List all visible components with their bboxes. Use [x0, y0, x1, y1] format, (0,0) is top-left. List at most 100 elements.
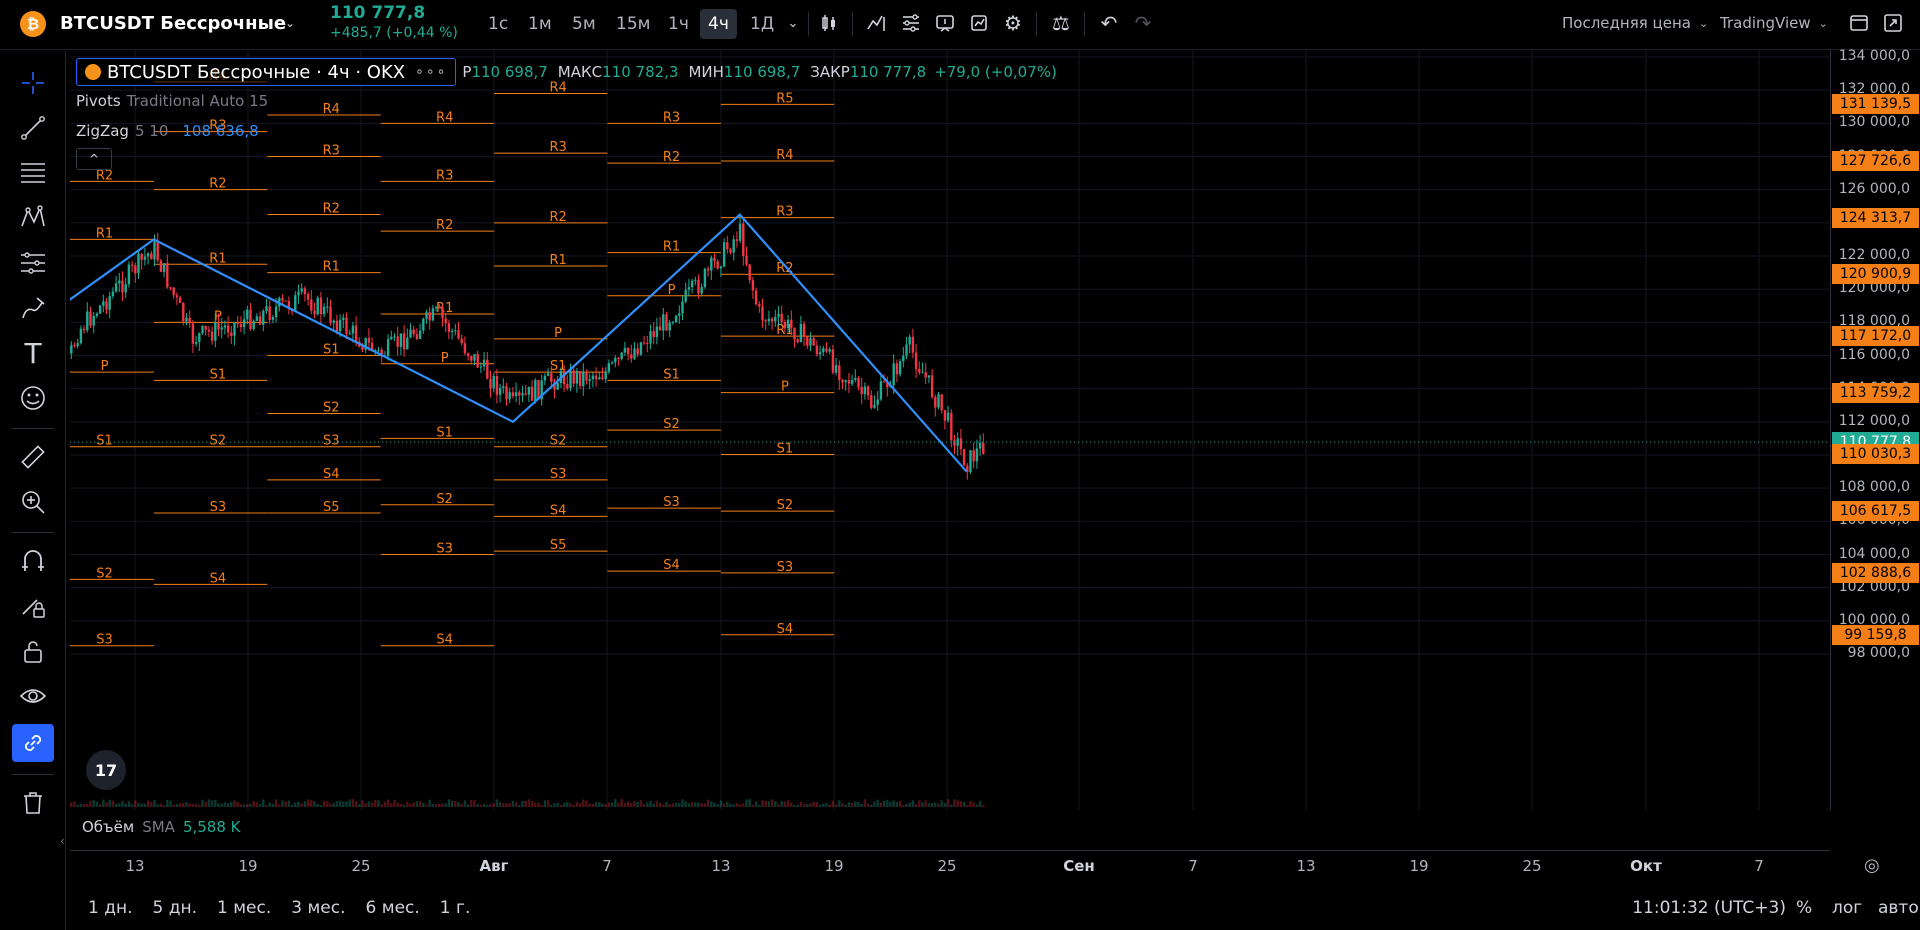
volume-bar: [895, 801, 899, 807]
time-axis[interactable]: 13 19 25 Авг 7 13 19 25 Сен 7 13 19 25 Окт 7: [70, 850, 1830, 882]
candle-body: [604, 371, 607, 380]
trend-line-icon[interactable]: [12, 109, 54, 147]
link-icon[interactable]: [12, 724, 54, 762]
volume-bar: [415, 801, 419, 807]
volume-bar: [972, 802, 975, 807]
candle-body: [159, 260, 163, 272]
magnet-icon[interactable]: [12, 542, 54, 580]
candle-body: [594, 375, 598, 380]
range-1y[interactable]: 1 г.: [440, 898, 471, 918]
legend-collapse-button[interactable]: ^: [76, 148, 112, 170]
crosshair-icon[interactable]: [12, 64, 54, 102]
intervals-chevron-icon[interactable]: ⌄: [776, 0, 810, 46]
price-header: 110 777,8 +485,7 (+0,44 %): [330, 3, 458, 49]
volume-bar: [284, 801, 287, 807]
interval-5m[interactable]: 5м: [564, 9, 604, 39]
interval-4h[interactable]: 4ч: [700, 9, 737, 39]
candle-body: [201, 325, 204, 334]
volume-bar: [892, 800, 895, 807]
brush-icon[interactable]: [12, 289, 54, 327]
volume-bar: [265, 804, 268, 807]
auto-toggle[interactable]: авто: [1878, 898, 1919, 918]
volume-bar: [537, 802, 540, 807]
fullscreen-icon[interactable]: [1876, 0, 1910, 46]
interval-1m[interactable]: 1м: [520, 9, 560, 39]
gear-icon[interactable]: ⚙: [996, 0, 1030, 46]
volume-bar: [799, 801, 803, 807]
range-1d[interactable]: 1 дн.: [88, 898, 133, 918]
pivot-label: S4: [777, 622, 794, 637]
candle-body: [943, 410, 947, 421]
range-3m[interactable]: 3 мес.: [291, 898, 345, 918]
volume-bar: [790, 802, 793, 807]
text-icon[interactable]: T: [12, 334, 54, 372]
price-type-select[interactable]: Последняя цена ⌄: [1562, 0, 1708, 46]
chevron-down-icon[interactable]: ⌄: [285, 0, 295, 46]
log-toggle[interactable]: лог: [1832, 898, 1862, 918]
trash-icon[interactable]: [12, 784, 54, 822]
volume-bar: [220, 803, 223, 807]
volume-bar: [918, 800, 921, 807]
indicators-icon[interactable]: [860, 0, 894, 46]
tradingview-logo[interactable]: 17: [86, 750, 126, 790]
more-options-icon[interactable]: ∘∘∘: [415, 64, 447, 80]
range-5d[interactable]: 5 дн.: [153, 898, 198, 918]
prediction-icon[interactable]: [12, 244, 54, 282]
candle-body: [518, 392, 521, 396]
clock[interactable]: 11:01:32 (UTC+3): [1632, 898, 1786, 918]
compare-scale-icon[interactable]: ⚖: [1044, 0, 1078, 46]
eye-icon[interactable]: [12, 677, 54, 715]
interval-1s[interactable]: 1с: [480, 9, 516, 39]
percent-toggle[interactable]: %: [1796, 898, 1812, 918]
lock-drawing-icon[interactable]: [12, 587, 54, 625]
provider-select[interactable]: TradingView ⌄: [1720, 0, 1828, 46]
interval-1h[interactable]: 1ч: [660, 9, 697, 39]
volume-bar: [210, 800, 214, 807]
candle-body: [297, 291, 300, 296]
zigzag-indicator[interactable]: ZigZag 5 10 108 636,8: [76, 116, 1057, 146]
fib-retracement-icon[interactable]: [12, 154, 54, 192]
candle-type-icon[interactable]: [812, 0, 846, 46]
candle-body: [255, 316, 259, 321]
volume-bar: [246, 804, 249, 807]
volume-bar: [473, 799, 476, 807]
volume-bar: [809, 803, 812, 807]
pivot-label: S5: [323, 500, 340, 515]
pivots-indicator[interactable]: Pivots Traditional Auto 15: [76, 86, 1057, 116]
legend-symbol[interactable]: BTCUSDT Бессрочные · 4ч · OKX ∘∘∘: [76, 58, 457, 86]
symbol-search-button[interactable]: BTCUSDT Бессрочные: [60, 0, 286, 46]
candle-body: [124, 284, 127, 293]
range-1m[interactable]: 1 мес.: [217, 898, 271, 918]
chevron-down-icon: ⌄: [1818, 16, 1828, 30]
candle-body: [271, 316, 275, 320]
undo-icon[interactable]: ↶: [1092, 0, 1126, 46]
candle-body: [169, 287, 172, 289]
volume-bar: [105, 802, 108, 807]
volume-bar: [745, 799, 748, 807]
collapse-toolbar-icon[interactable]: ‹: [60, 834, 65, 848]
interval-15m[interactable]: 15м: [608, 9, 658, 39]
replay-icon[interactable]: [962, 0, 996, 46]
candle-body: [975, 448, 979, 462]
candle-body: [569, 370, 572, 389]
time-axis-label: 25: [1522, 857, 1542, 875]
smiley-icon[interactable]: [12, 379, 54, 417]
unlock-icon[interactable]: [12, 632, 54, 670]
volume-bar: [521, 800, 524, 807]
volume-legend[interactable]: Объём SMA 5,588 K: [82, 818, 240, 836]
pivot-label: P: [668, 283, 676, 298]
settings-icon[interactable]: ◎: [1864, 855, 1880, 876]
window-icon[interactable]: [1842, 0, 1876, 46]
volume-bar: [95, 801, 99, 807]
volume-bar: [943, 802, 947, 807]
redo-icon[interactable]: ↷: [1126, 0, 1160, 46]
price-scale[interactable]: 134 000,0132 000,0130 000,0128 000,0126 …: [1830, 48, 1920, 810]
pattern-icon[interactable]: [12, 199, 54, 237]
range-6m[interactable]: 6 мес.: [366, 898, 420, 918]
volume-bar: [476, 803, 479, 807]
candle-body: [409, 329, 412, 338]
alert-icon[interactable]: [928, 0, 962, 46]
ruler-icon[interactable]: [12, 438, 54, 476]
templates-icon[interactable]: [894, 0, 928, 46]
zoom-in-icon[interactable]: [12, 483, 54, 521]
